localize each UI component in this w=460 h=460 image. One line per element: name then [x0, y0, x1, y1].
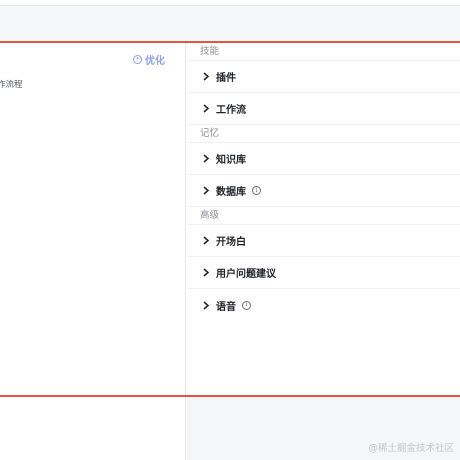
optimize-button[interactable]: ✦ 优化 — [133, 52, 165, 67]
bottom-right-area: @稀土掘金技术社区 — [187, 397, 460, 460]
row-database[interactable]: 数据库 i — [187, 175, 460, 207]
bottom-left-area — [0, 397, 186, 460]
row-label: 开场白 — [216, 237, 246, 248]
info-icon[interactable]: i — [242, 300, 251, 310]
group-title-skills: 技能 — [187, 43, 460, 61]
chevron-right-icon — [201, 71, 210, 83]
row-label: 工作流 — [216, 105, 246, 116]
row-workflow[interactable]: 工作流 — [187, 93, 460, 125]
prompt-editor-panel[interactable]: ✦ 优化 作流程 — [0, 43, 186, 395]
group-title-advanced: 高级 — [187, 207, 460, 225]
row-label: 知识库 — [216, 155, 246, 166]
chevron-right-icon — [201, 267, 210, 279]
top-bar — [0, 6, 460, 42]
optimize-label: 优化 — [145, 56, 165, 67]
chevron-right-icon — [201, 185, 210, 197]
row-voice[interactable]: 语音 i — [187, 289, 460, 321]
group-title-memory: 记忆 — [187, 125, 460, 143]
optimize-icon: ✦ — [133, 55, 142, 64]
row-label: 数据库 — [216, 187, 246, 198]
row-label: 用户问题建议 — [216, 269, 276, 280]
row-question-suggestions[interactable]: 用户问题建议 — [187, 257, 460, 289]
row-label: 插件 — [216, 73, 236, 84]
prompt-text[interactable]: 作流程 — [0, 78, 23, 90]
row-plugins[interactable]: 插件 — [187, 61, 460, 93]
row-label: 语音 — [216, 301, 236, 313]
chevron-right-icon — [201, 299, 210, 311]
chevron-right-icon — [201, 153, 210, 165]
info-icon[interactable]: i — [252, 186, 261, 195]
chevron-right-icon — [201, 235, 210, 247]
chevron-right-icon — [201, 103, 210, 115]
row-opening-remarks[interactable]: 开场白 — [187, 225, 460, 257]
bot-config-panel: 技能 插件 工作流 记忆 知识库 数据库 i 高级 开场白 用户问题建议 语音 … — [187, 43, 460, 395]
watermark: @稀土掘金技术社区 — [368, 443, 454, 454]
row-knowledge-base[interactable]: 知识库 — [187, 143, 460, 175]
